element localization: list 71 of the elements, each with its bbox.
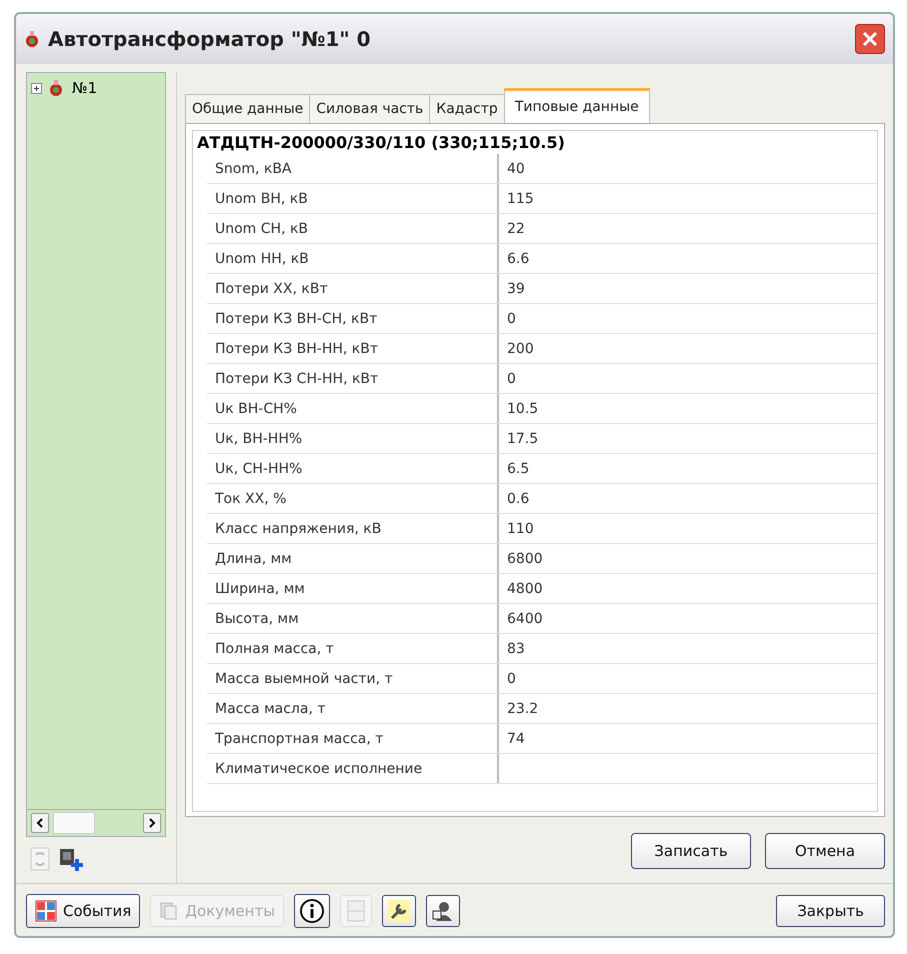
toolbar-button[interactable]: События: [26, 894, 140, 928]
property-value[interactable]: 6.5: [499, 454, 877, 483]
property-name: Полная масса, т: [207, 634, 499, 663]
tree-item[interactable]: №1: [70, 79, 100, 97]
tab[interactable]: Общие данные: [185, 94, 310, 123]
scroll-left-button[interactable]: [31, 813, 49, 833]
property-value[interactable]: 110: [499, 514, 877, 543]
property-value[interactable]: 6400: [499, 604, 877, 633]
chevron-left-icon: [36, 818, 44, 828]
property-name: Длина, мм: [207, 544, 499, 573]
transformer-icon: [24, 30, 40, 48]
property-name: Потери КЗ ВН-НН, кВт: [207, 334, 499, 363]
property-name: Ширина, мм: [207, 574, 499, 603]
info-icon: [299, 898, 326, 924]
property-name: Unom СН, кВ: [207, 214, 499, 243]
property-name: Потери КЗ ВН-СН, кВт: [207, 304, 499, 333]
property-value[interactable]: 23.2: [499, 694, 877, 723]
property-name: Масса масла, т: [207, 694, 499, 723]
property-name: Потери ХХ, кВт: [207, 274, 499, 303]
property-value[interactable]: 200: [499, 334, 877, 363]
property-name: Ток ХХ, %: [207, 484, 499, 513]
cabinet-icon: [345, 899, 368, 923]
property-value[interactable]: 83: [499, 634, 877, 663]
add-document-icon[interactable]: [58, 847, 84, 873]
property-value[interactable]: 0: [499, 364, 877, 393]
property-name: Транспортная масса, т: [207, 724, 499, 753]
tab[interactable]: Кадастр: [429, 94, 505, 123]
property-value[interactable]: 0: [499, 664, 877, 693]
property-name: Uк, СН-НН%: [207, 454, 499, 483]
property-name: Высота, мм: [207, 604, 499, 633]
property-name: Uк, ВН-НН%: [207, 424, 499, 453]
window-title: Автотрансформатор "№1" 0: [48, 27, 372, 51]
property-value[interactable]: 115: [499, 184, 877, 213]
property-value[interactable]: 6.6: [499, 244, 877, 273]
scroll-right-button[interactable]: [143, 813, 161, 833]
grid-title: АТДЦТН-200000/330/110 (330;115;10.5): [196, 132, 566, 154]
property-name: Unom НН, кВ: [207, 244, 499, 273]
property-value[interactable]: 39: [499, 274, 877, 303]
toolbar-icon-button[interactable]: [294, 894, 330, 928]
property-name: Класс напряжения, кВ: [207, 514, 499, 543]
property-value[interactable]: 10.5: [499, 394, 877, 423]
property-value[interactable]: 40: [499, 154, 877, 183]
form-button[interactable]: Записать: [631, 833, 751, 869]
property-value[interactable]: 17.5: [499, 424, 877, 453]
toolbar-icon-button[interactable]: [382, 895, 416, 927]
tab[interactable]: Силовая часть: [309, 94, 430, 123]
scrollbar[interactable]: [26, 810, 166, 837]
transformer-icon: [48, 79, 64, 97]
property-value[interactable]: 6800: [499, 544, 877, 573]
property-name: Unom ВН, кВ: [207, 184, 499, 213]
property-value[interactable]: 4800: [499, 574, 877, 603]
property-name: Потери КЗ СН-НН, кВт: [207, 364, 499, 393]
close-button[interactable]: [855, 24, 885, 54]
wrench-icon: [387, 899, 412, 923]
property-name: Климатическое исполнение: [207, 754, 499, 783]
tab[interactable]: Типовые данные: [504, 88, 650, 123]
property-value[interactable]: 74: [499, 724, 877, 753]
property-name: Uк ВН-СН%: [207, 394, 499, 423]
form-button[interactable]: Отмена: [765, 833, 885, 869]
property-value[interactable]: 0.6: [499, 484, 877, 513]
property-name: Масса выемной части, т: [207, 664, 499, 693]
property-name: Snom, кВА: [207, 154, 499, 183]
document-icon: [159, 901, 180, 921]
property-value[interactable]: 22: [499, 214, 877, 243]
toolbar-icon-button[interactable]: [426, 895, 460, 927]
calendar-icon: [35, 900, 57, 922]
property-value[interactable]: 0: [499, 304, 877, 333]
close-window-button[interactable]: Закрыть: [776, 895, 885, 927]
close-icon: [861, 30, 879, 48]
expand-icon[interactable]: [31, 82, 42, 94]
chevron-right-icon: [148, 818, 156, 828]
